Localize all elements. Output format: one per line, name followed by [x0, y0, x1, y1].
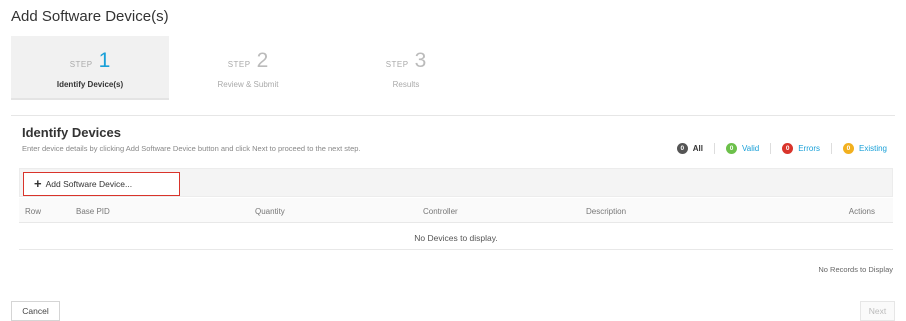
step-label: Results	[392, 80, 420, 89]
wizard-step-1[interactable]: STEP 1 Identify Device(s)	[11, 36, 169, 100]
wizard-step-3[interactable]: STEP 3 Results	[327, 36, 485, 100]
count-badge: 0	[842, 143, 854, 154]
divider	[830, 143, 832, 154]
page-title: Add Software Device(s)	[11, 8, 169, 25]
filter-errors[interactable]: 0 Errors	[782, 143, 820, 154]
filter-valid[interactable]: 0 Valid	[726, 143, 759, 154]
count-badge: 0	[676, 143, 688, 154]
section-title: Identify Devices	[22, 125, 121, 140]
filter-all[interactable]: 0 All	[676, 143, 703, 154]
step-word: STEP	[69, 60, 93, 69]
step-number: 3	[414, 49, 427, 72]
wizard-steps: STEP 1 Identify Device(s) STEP 2 Review …	[11, 36, 485, 100]
cancel-button[interactable]: Cancel	[11, 301, 60, 321]
count-badge: 0	[726, 143, 737, 154]
add-button-label: Add Software Device...	[45, 179, 133, 189]
column-header-description[interactable]: Description	[586, 207, 626, 216]
add-software-device-button[interactable]: + Add Software Device...	[23, 172, 180, 196]
step-label: Review & Submit	[217, 80, 279, 89]
filter-label: Valid	[742, 144, 760, 153]
column-header-quantity[interactable]: Quantity	[255, 207, 285, 216]
status-filters: 0 All 0 Valid 0 Errors 0 Existing	[676, 143, 887, 154]
column-header-actions[interactable]: Actions	[849, 207, 875, 216]
column-header-base-pid[interactable]: Base PID	[76, 207, 110, 216]
divider	[770, 143, 772, 154]
step-label: Identify Device(s)	[56, 80, 124, 89]
wizard-step-2[interactable]: STEP 2 Review & Submit	[169, 36, 327, 100]
column-header-controller[interactable]: Controller	[423, 207, 458, 216]
identify-devices-section: Identify Devices Enter device details by…	[11, 115, 895, 290]
column-header-row[interactable]: Row	[25, 207, 41, 216]
plus-icon: +	[34, 176, 42, 191]
filter-existing[interactable]: 0 Existing	[842, 143, 887, 154]
step-number: 1	[98, 49, 111, 72]
records-status: No Records to Display	[818, 265, 893, 274]
table-header: Row Base PID Quantity Controller Descrip…	[19, 198, 893, 223]
filter-label: Existing	[858, 144, 887, 153]
step-number: 2	[256, 49, 269, 72]
empty-table-message: No Devices to display.	[19, 224, 893, 250]
count-badge: 0	[782, 143, 794, 154]
step-word: STEP	[385, 60, 409, 69]
next-button[interactable]: Next	[860, 301, 895, 321]
table-toolbar: + Add Software Device...	[19, 168, 893, 197]
section-description: Enter device details by clicking Add Sof…	[22, 144, 361, 153]
filter-label: All	[692, 144, 703, 153]
divider	[714, 143, 715, 154]
filter-label: Errors	[798, 144, 820, 153]
step-word: STEP	[227, 60, 251, 69]
